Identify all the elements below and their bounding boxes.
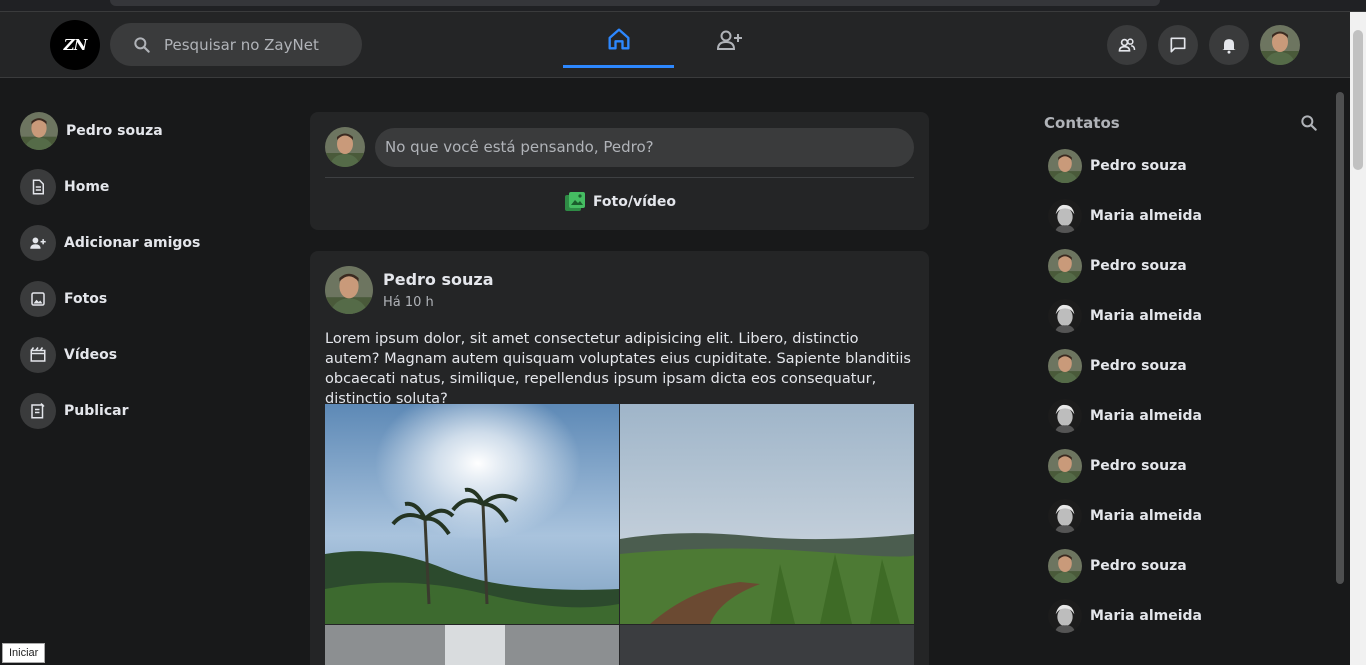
contact-avatar xyxy=(1048,399,1082,433)
photo-video-label: Foto/vídeo xyxy=(592,194,677,210)
photo-video-button[interactable]: Foto/vídeo xyxy=(310,190,929,214)
person-add-icon xyxy=(30,237,46,249)
address-bar[interactable] xyxy=(110,0,1160,6)
account-avatar[interactable] xyxy=(1260,25,1300,65)
logo-text: ZN xyxy=(63,36,88,54)
person-add-icon xyxy=(716,30,742,50)
post-image-bottom-right[interactable] xyxy=(620,625,914,665)
contact-name: Pedro souza xyxy=(1090,358,1187,374)
contact-name: Maria almeida xyxy=(1090,208,1202,224)
page-scrollbar[interactable] xyxy=(1350,12,1366,665)
publish-icon xyxy=(31,402,45,419)
sidebar-item-label: Adicionar amigos xyxy=(64,235,201,251)
contact-avatar xyxy=(1048,299,1082,333)
nav-tab-home[interactable] xyxy=(563,12,674,68)
contact-item[interactable]: Pedro souza xyxy=(1044,148,1319,184)
profile-avatar xyxy=(20,112,58,150)
search-box[interactable]: Pesquisar no ZayNet xyxy=(110,23,362,66)
post-image-grid xyxy=(325,404,914,665)
contact-item[interactable]: Pedro souza xyxy=(1044,548,1319,584)
nav-tab-add-friends[interactable] xyxy=(674,12,785,68)
contacts-scrollbar[interactable] xyxy=(1336,92,1344,584)
top-navigation-bar: ZN Pesquisar no ZayNet xyxy=(0,12,1350,78)
contact-name: Maria almeida xyxy=(1090,508,1202,524)
sidebar-item-label: Home xyxy=(64,179,110,195)
search-input[interactable]: Pesquisar no ZayNet xyxy=(164,36,319,54)
sidebar-item-profile[interactable]: Pedro souza xyxy=(20,112,280,150)
notifications-button[interactable] xyxy=(1209,25,1249,65)
contact-item[interactable]: Pedro souza xyxy=(1044,248,1319,284)
image-icon xyxy=(31,292,45,306)
contact-item[interactable]: Pedro souza xyxy=(1044,448,1319,484)
left-sidebar: Pedro souza Home Adicionar amigos Fotos … xyxy=(20,112,280,448)
contact-item[interactable]: Maria almeida xyxy=(1044,498,1319,534)
contact-avatar xyxy=(1048,499,1082,533)
post-text: Lorem ipsum dolor, sit amet consectetur … xyxy=(325,331,911,407)
video-icon xyxy=(30,347,46,362)
search-icon[interactable] xyxy=(1299,113,1319,133)
sidebar-item-label: Publicar xyxy=(64,403,129,419)
contact-name: Maria almeida xyxy=(1090,608,1202,624)
people-icon xyxy=(1118,38,1136,52)
contact-name: Maria almeida xyxy=(1090,408,1202,424)
contact-avatar xyxy=(1048,449,1082,483)
post-composer: No que você está pensando, Pedro? Foto/v… xyxy=(310,112,929,230)
post-image-palms[interactable] xyxy=(325,404,619,624)
messages-button[interactable] xyxy=(1158,25,1198,65)
post-image-field[interactable] xyxy=(620,404,914,624)
sidebar-item-label: Fotos xyxy=(64,291,108,307)
sidebar-item-label: Vídeos xyxy=(64,347,118,363)
contact-name: Pedro souza xyxy=(1090,258,1187,274)
contact-item[interactable]: Maria almeida xyxy=(1044,198,1319,234)
feed-post: Pedro souza Há 10 h Lorem ipsum dolor, s… xyxy=(310,251,929,665)
composer-avatar xyxy=(325,127,365,167)
contact-avatar xyxy=(1048,149,1082,183)
composer-divider xyxy=(325,177,914,178)
browser-tab-strip xyxy=(0,0,1366,12)
contact-name: Pedro souza xyxy=(1090,158,1187,174)
chat-icon xyxy=(1170,37,1186,53)
contact-avatar xyxy=(1048,599,1082,633)
contact-item[interactable]: Pedro souza xyxy=(1044,348,1319,384)
sidebar-item-photos[interactable]: Fotos xyxy=(20,280,280,318)
composer-input[interactable]: No que você está pensando, Pedro? xyxy=(375,127,914,167)
contacts-panel: Contatos Pedro souza Maria almeida Pedro… xyxy=(1044,112,1319,634)
sidebar-item-videos[interactable]: Vídeos xyxy=(20,336,280,374)
contact-name: Pedro souza xyxy=(1090,458,1187,474)
contact-avatar xyxy=(1048,199,1082,233)
document-icon xyxy=(32,179,44,195)
contact-avatar xyxy=(1048,349,1082,383)
contact-avatar xyxy=(1048,249,1082,283)
contact-item[interactable]: Maria almeida xyxy=(1044,298,1319,334)
contacts-title: Contatos xyxy=(1044,114,1120,132)
post-image-bottom-left[interactable] xyxy=(325,625,619,665)
sidebar-item-add-friends[interactable]: Adicionar amigos xyxy=(20,224,280,262)
start-tooltip: Iniciar xyxy=(2,643,46,663)
contact-item[interactable]: Maria almeida xyxy=(1044,598,1319,634)
post-author-avatar[interactable] xyxy=(325,266,373,314)
contact-name: Maria almeida xyxy=(1090,308,1202,324)
contact-item[interactable]: Maria almeida xyxy=(1044,398,1319,434)
photo-icon xyxy=(564,192,585,211)
bell-icon xyxy=(1222,39,1236,54)
home-icon xyxy=(608,28,629,49)
search-icon xyxy=(134,36,150,53)
post-author-name[interactable]: Pedro souza xyxy=(383,270,494,289)
page-scrollbar-thumb[interactable] xyxy=(1353,30,1363,170)
contact-name: Pedro souza xyxy=(1090,558,1187,574)
contact-avatar xyxy=(1048,549,1082,583)
zaynet-logo[interactable]: ZN xyxy=(50,20,100,70)
sidebar-item-publish[interactable]: Publicar xyxy=(20,392,280,430)
post-timestamp: Há 10 h xyxy=(383,295,434,310)
sidebar-profile-name: Pedro souza xyxy=(66,123,163,139)
sidebar-item-home[interactable]: Home xyxy=(20,168,280,206)
friends-button[interactable] xyxy=(1107,25,1147,65)
